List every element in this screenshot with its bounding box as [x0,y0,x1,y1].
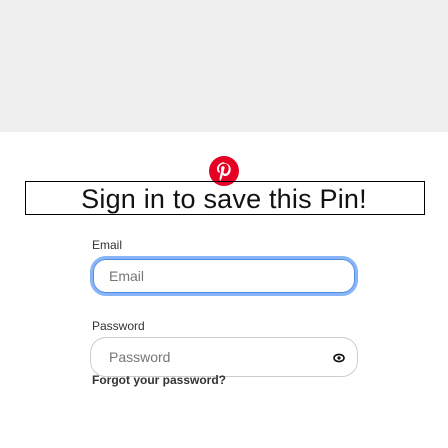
email-field[interactable]: Email [90,256,358,296]
forgot-password-link[interactable]: Forgot your password? [92,373,226,387]
password-field[interactable]: Password [90,337,358,377]
page-title: Sign in to save this Pin! [81,184,367,214]
email-label: Email [92,238,123,252]
eye-icon[interactable] [333,352,345,364]
password-placeholder: Password [109,349,171,365]
password-label: Password [92,319,145,333]
top-banner [0,0,448,132]
email-placeholder: Email [109,268,145,284]
